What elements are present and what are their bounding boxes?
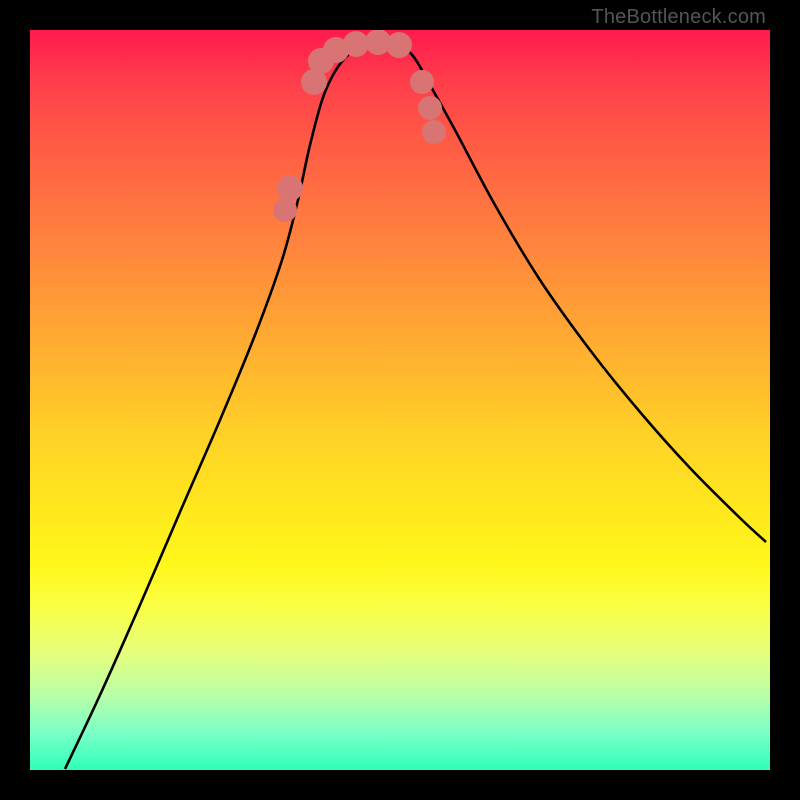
data-marker	[410, 70, 434, 94]
data-marker	[343, 31, 369, 57]
chart-area	[30, 30, 770, 770]
data-marker	[277, 175, 303, 201]
bottleneck-curve	[65, 41, 766, 769]
watermark-text: TheBottleneck.com	[591, 6, 766, 29]
data-marker	[386, 32, 412, 58]
chart-svg	[30, 30, 770, 770]
data-marker	[422, 120, 446, 144]
data-marker	[418, 96, 442, 120]
data-markers	[273, 30, 446, 222]
data-marker	[273, 198, 297, 222]
